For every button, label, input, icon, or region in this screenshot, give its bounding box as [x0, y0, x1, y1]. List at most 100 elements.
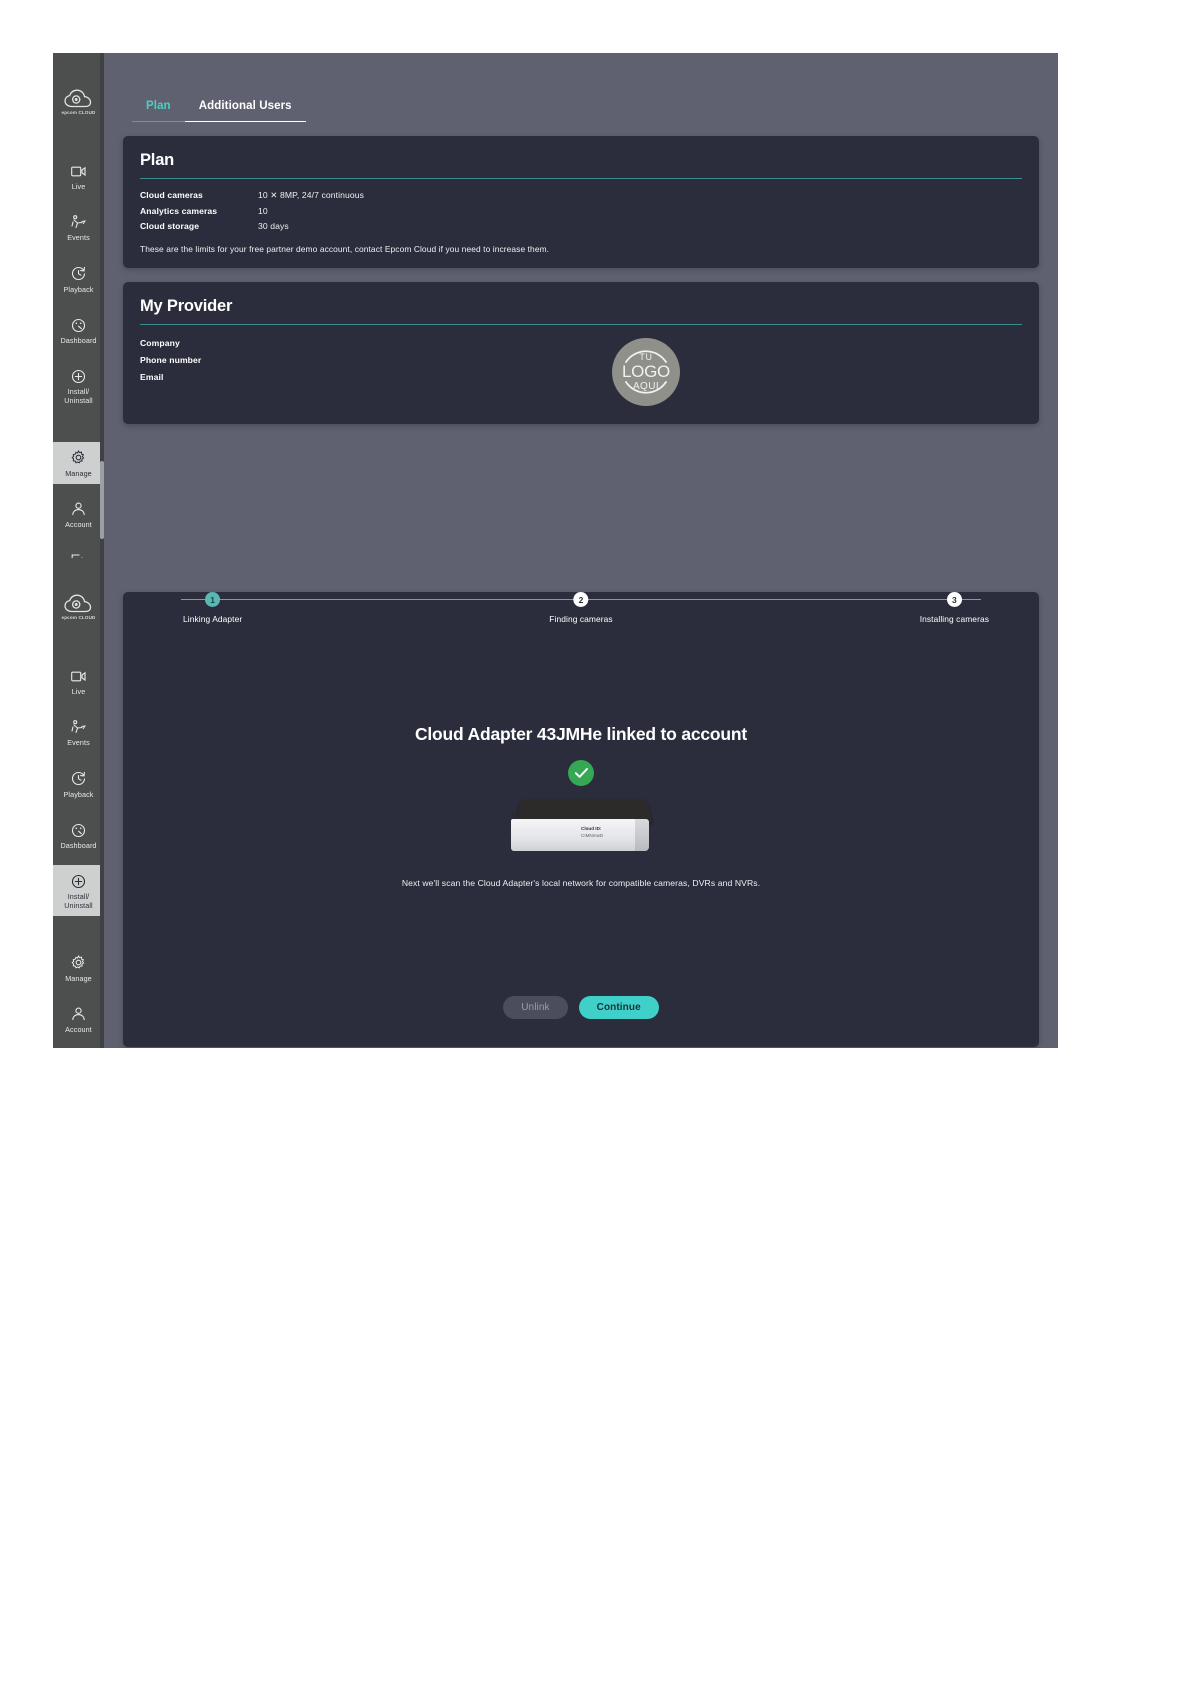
wizard-subtext: Next we'll scan the Cloud Adapter's loca…	[401, 878, 761, 888]
motion-icon	[70, 718, 88, 736]
sidebar-label: Manage	[65, 468, 92, 478]
sidebar-item-playback[interactable]: Playback	[53, 763, 104, 805]
plan-card-title: Plan	[140, 151, 175, 169]
plan-row-cloud-cameras: Cloud cameras 10 ✕ 8MP, 24/7 continuous	[140, 190, 1022, 201]
plan-row-cloud-storage: Cloud storage 30 days	[140, 221, 1022, 231]
row-value: 30 days	[258, 221, 289, 231]
unlink-button[interactable]: Unlink	[503, 996, 568, 1019]
tab-additional-users[interactable]: Additional Users	[184, 100, 306, 122]
provider-card: My Provider Company Phone number Email T…	[123, 282, 1039, 424]
sidebar-label: Playback	[63, 789, 94, 799]
sidebar-item-logout[interactable]: Log Out	[53, 544, 104, 558]
sidebar-label: Playback	[63, 284, 94, 294]
plan-row-analytics-cameras: Analytics cameras 10	[140, 206, 1022, 216]
sidebar-panel2: epcom CLOUD Live Events Playback Dashboa…	[53, 558, 104, 1048]
manage-content: Plan Additional Users Plan Cloud cameras…	[104, 53, 1058, 558]
row-value: 10 ✕ 8MP, 24/7 continuous	[258, 190, 365, 200]
wizard-heading: Cloud Adapter 43JMHe linked to account	[414, 724, 748, 744]
step-label: Installing cameras	[919, 614, 989, 624]
sidebar-nav-main: Live Events Playback Dashboard Install/ …	[53, 660, 104, 925]
person-icon	[70, 500, 88, 518]
sidebar-label: Dashboard	[60, 336, 97, 346]
provider-row-phone: Phone number	[140, 355, 258, 365]
sidebar-item-manage[interactable]: Manage	[53, 947, 104, 989]
provider-card-title: My Provider	[140, 297, 233, 315]
antenna-icon	[510, 810, 518, 817]
sidebar-label: Manage	[65, 973, 92, 983]
gauge-icon	[70, 316, 88, 334]
device-front-face	[511, 819, 637, 851]
logo-placeholder-arc-icon	[625, 350, 667, 394]
card-divider	[140, 324, 1022, 325]
tab-plan[interactable]: Plan	[132, 100, 185, 122]
step-number: 3	[946, 592, 962, 607]
plan-note: These are the limits for your free partn…	[140, 244, 550, 254]
device-cloud-id: Cloud ID: CIMNmwD	[581, 826, 603, 840]
plus-circle-icon	[70, 367, 88, 385]
sidebar-item-account[interactable]: Account	[53, 493, 104, 535]
wizard-step-2[interactable]: 2 Finding cameras	[549, 592, 613, 624]
sidebar-item-dashboard[interactable]: Dashboard	[53, 814, 104, 856]
cloud-adapter-image: Cloud ID: CIMNmwD	[509, 792, 653, 858]
cloud-logo-icon	[63, 89, 91, 108]
gear-icon	[70, 954, 88, 972]
step-number: 2	[573, 592, 589, 607]
row-key: Cloud cameras	[140, 190, 203, 200]
sidebar-item-live[interactable]: Live	[53, 660, 104, 702]
provider-fields: Company Phone number Email	[140, 336, 258, 410]
wizard-content: 1 Linking Adapter 2 Finding cameras 3 In…	[104, 558, 1058, 1048]
rewind-clock-icon	[70, 770, 88, 788]
person-icon	[70, 1005, 88, 1023]
brand-logo: epcom CLOUD	[62, 89, 96, 115]
sidebar-label: Account	[65, 520, 92, 530]
sidebar-item-install-uninstall[interactable]: Install/ Uninstall	[53, 360, 104, 411]
wizard-step-1[interactable]: 1 Linking Adapter	[183, 592, 242, 624]
sidebar-item-events[interactable]: Events	[53, 711, 104, 753]
app-screenshot: epcom CLOUD Live Events Playback Dashboa…	[53, 53, 1058, 1048]
step-number: 1	[205, 592, 221, 607]
sidebar-item-manage[interactable]: Manage	[53, 441, 104, 485]
sidebar-item-install-uninstall[interactable]: Install/ Uninstall	[53, 865, 104, 916]
sidebar-label: Account	[65, 1025, 92, 1035]
sidebar-item-playback[interactable]: Playback	[53, 258, 104, 300]
brand-logo: epcom CLOUD	[62, 594, 96, 620]
sidebar-nav-bottom: Manage Account Log Out	[53, 947, 104, 1048]
provider-logo-placeholder: TU LOGO AQUI	[612, 338, 680, 406]
wizard-actions: Unlink Continue	[123, 996, 1039, 1019]
sidebar-item-events[interactable]: Events	[53, 206, 104, 248]
brand-name: epcom CLOUD	[61, 615, 96, 620]
sidebar-item-account[interactable]: Account	[53, 998, 104, 1040]
provider-body: Company Phone number Email TU LOGO AQUI	[140, 336, 1022, 410]
sidebar-item-live[interactable]: Live	[53, 155, 104, 197]
provider-row-company: Company	[140, 338, 258, 348]
camera-icon	[70, 667, 88, 685]
brand-name: epcom CLOUD	[61, 110, 96, 115]
sidebar-label: Install/ Uninstall	[64, 387, 93, 405]
card-divider	[140, 178, 1022, 179]
sidebar-label: Dashboard	[60, 841, 97, 851]
wizard-card: 1 Linking Adapter 2 Finding cameras 3 In…	[123, 592, 1039, 1047]
rewind-clock-icon	[70, 265, 88, 283]
cloud-id-label: Cloud ID:	[581, 826, 602, 831]
cloud-id-value: CIMNmwD	[581, 832, 604, 838]
row-value: 10	[258, 206, 268, 216]
sidebar-panel1: epcom CLOUD Live Events Playback Dashboa…	[53, 53, 104, 558]
step-label: Finding cameras	[549, 614, 613, 624]
gauge-icon	[70, 821, 88, 839]
plan-card: Plan Cloud cameras 10 ✕ 8MP, 24/7 contin…	[123, 136, 1039, 268]
cloud-logo-icon	[63, 594, 91, 613]
continue-button[interactable]: Continue	[578, 996, 659, 1019]
row-key: Company	[140, 338, 180, 348]
install-wizard-panel: epcom CLOUD Live Events Playback Dashboa…	[53, 558, 1058, 1048]
sidebar-label: Events	[67, 233, 90, 243]
manage-panel: epcom CLOUD Live Events Playback Dashboa…	[53, 53, 1058, 558]
motion-icon	[70, 213, 88, 231]
row-key: Phone number	[140, 355, 202, 365]
sidebar-label: Live	[71, 182, 86, 192]
logout-icon	[70, 551, 88, 558]
wizard-step-3[interactable]: 3 Installing cameras	[920, 592, 989, 624]
camera-icon	[70, 162, 88, 180]
plus-circle-icon	[70, 872, 88, 890]
sidebar-item-dashboard[interactable]: Dashboard	[53, 309, 104, 351]
sidebar-label: Install/ Uninstall	[64, 892, 93, 910]
